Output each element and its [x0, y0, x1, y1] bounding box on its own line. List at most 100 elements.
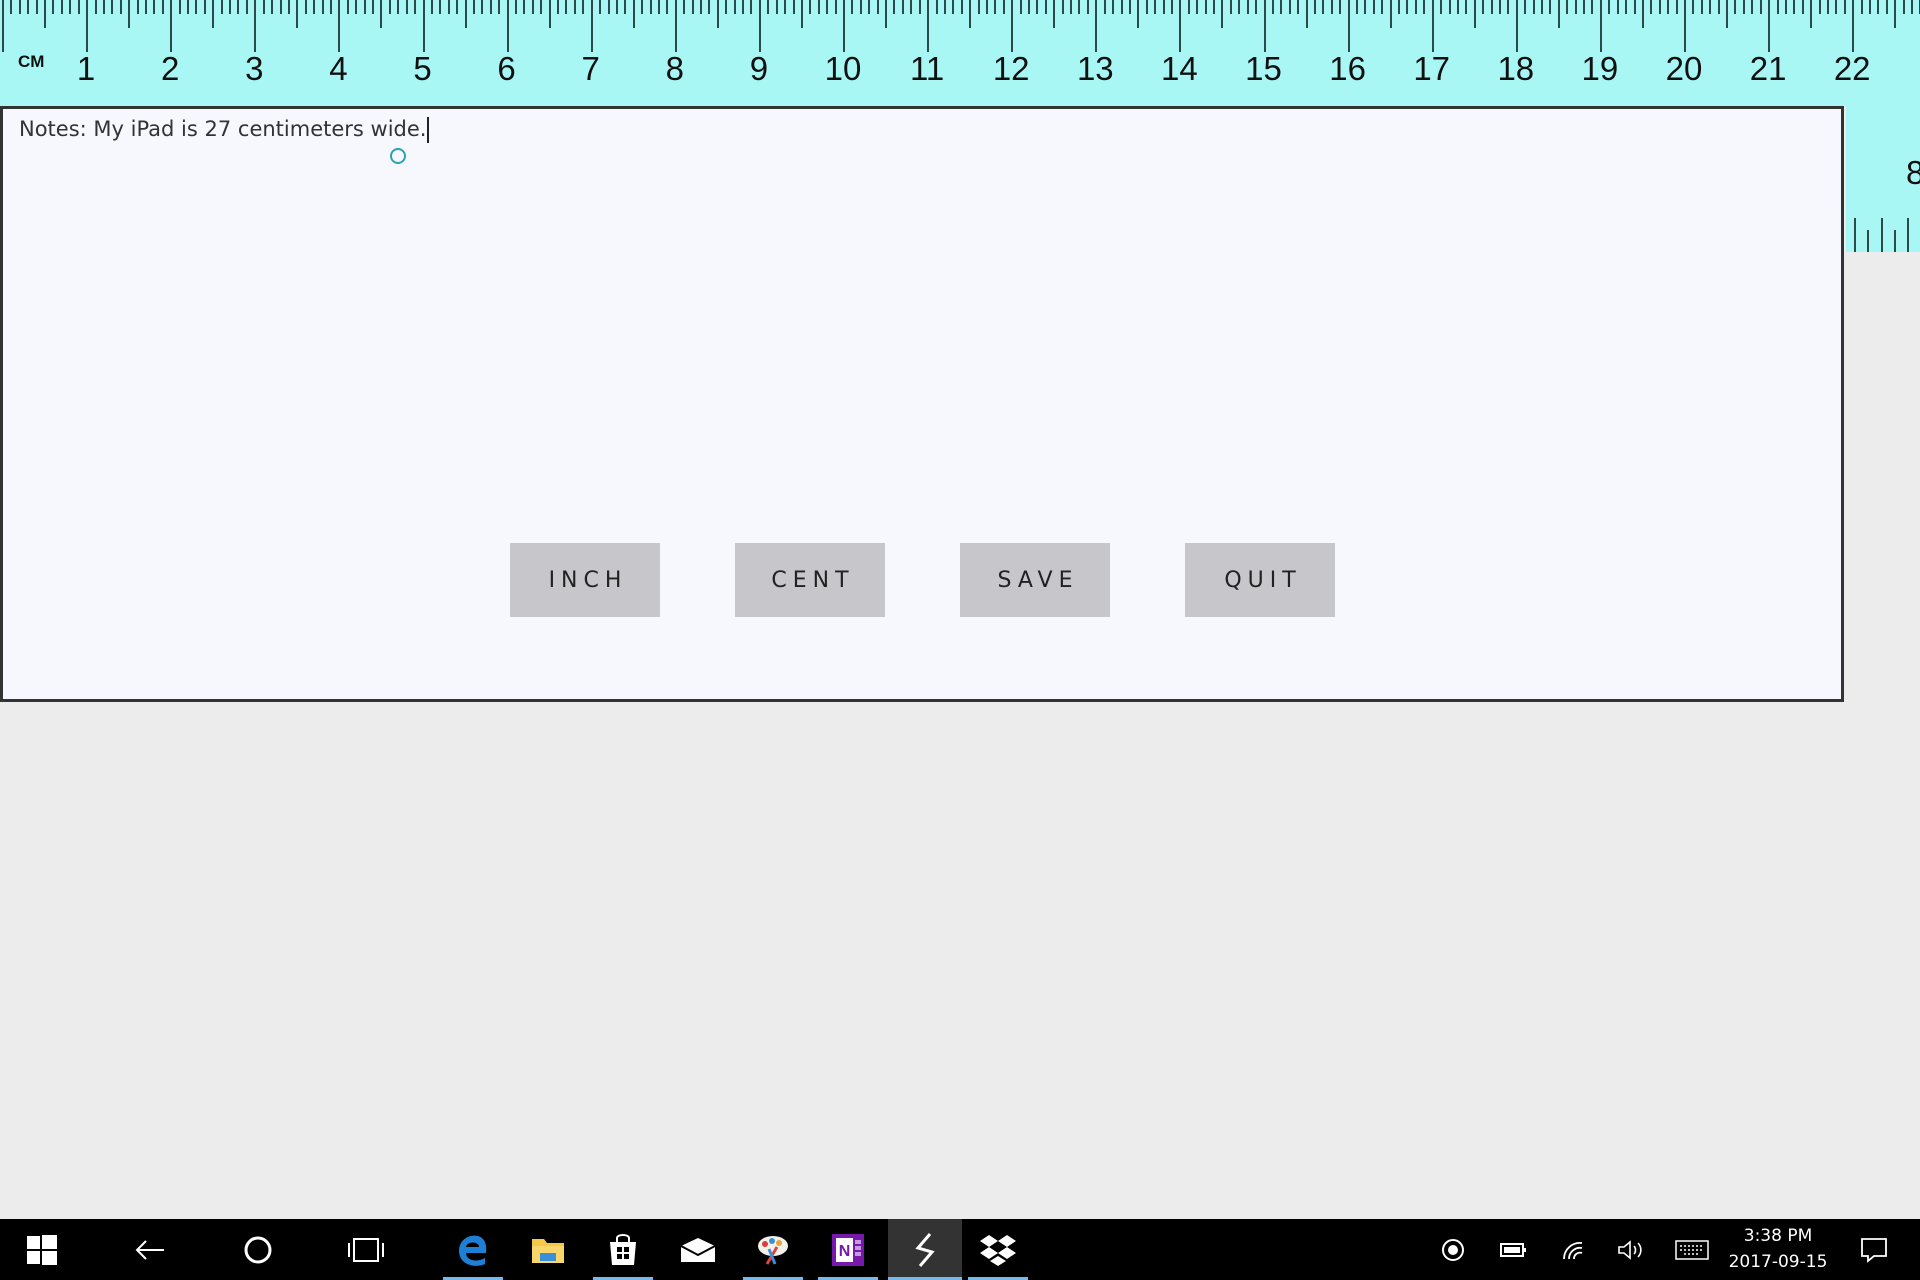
ruler-tick [1263, 0, 1266, 52]
tray-volume[interactable] [1614, 1219, 1648, 1280]
mail-icon [680, 1237, 716, 1262]
ruler-tick [1869, 0, 1872, 14]
tray-record[interactable] [1436, 1219, 1470, 1280]
ruler-tick [10, 0, 13, 14]
ruler-tick [111, 0, 114, 14]
ruler-inch-tick [1907, 218, 1910, 252]
ruler-tick [1818, 0, 1821, 14]
task-view-button[interactable] [326, 1219, 406, 1280]
ruler-tick [1507, 0, 1510, 14]
tray-battery[interactable] [1496, 1219, 1530, 1280]
taskbar-paint[interactable] [743, 1219, 803, 1280]
ruler-tick [102, 0, 105, 14]
back-button[interactable] [110, 1219, 190, 1280]
ruler-tick [700, 0, 703, 14]
cortana-button[interactable] [218, 1219, 298, 1280]
taskbar-onenote[interactable]: N [818, 1219, 878, 1280]
ruler-app-icon [915, 1232, 935, 1267]
ruler-tick [119, 0, 122, 14]
taskbar-ruler-app[interactable] [888, 1219, 962, 1280]
ruler-tick [363, 0, 366, 14]
taskbar-dropbox[interactable] [968, 1219, 1028, 1280]
ruler-tick [1658, 0, 1661, 14]
notes-textbox[interactable]: Notes: My iPad is 27 centimeters wide. [19, 117, 430, 143]
ruler-tick [1448, 0, 1451, 14]
ruler-tick [1255, 0, 1258, 14]
tray-date: 2017-09-15 [1728, 1252, 1828, 1272]
ruler-tick [1482, 0, 1485, 14]
action-center-button[interactable] [1854, 1219, 1894, 1280]
ruler-inch-tick [1893, 230, 1896, 252]
ruler-cm[interactable]: CM 1 2 3 4 5 6 7 8 9 10 11 12 13 14 15 16 17 18 19 20 21 22 [0, 0, 1920, 106]
ruler-tick [329, 0, 332, 14]
ruler-cm-number: 4 [329, 50, 348, 87]
ruler-tick [1860, 0, 1863, 14]
ruler-tick [1137, 0, 1140, 28]
ruler-tick [346, 0, 349, 14]
tray-wifi[interactable] [1556, 1219, 1590, 1280]
ruler-tick [439, 0, 442, 14]
ruler-tick [901, 0, 904, 14]
ruler-tick [775, 0, 778, 14]
ruler-tick [245, 0, 248, 14]
ruler-tick [35, 0, 38, 14]
ruler-tick [229, 0, 232, 14]
ruler-tick [515, 0, 517, 14]
ruler-tick [1717, 0, 1720, 14]
taskbar: N 3:38 PM 2017-09-15 [0, 1219, 1920, 1280]
ruler-tick [1894, 0, 1897, 28]
ruler-tick [1313, 0, 1316, 14]
inch-button[interactable]: INCH [510, 543, 660, 617]
ruler-unit-label: CM [18, 52, 45, 71]
ruler-tick [1574, 0, 1577, 14]
ruler-tick [1028, 0, 1031, 14]
ruler-tick [372, 0, 375, 14]
quit-button[interactable]: QUIT [1185, 543, 1335, 617]
start-button[interactable] [0, 1219, 84, 1280]
ruler-tick [506, 0, 509, 52]
ruler-tick [540, 0, 543, 14]
ruler-tick [826, 0, 829, 14]
ruler-tick [212, 0, 215, 28]
ruler-tick [1423, 0, 1426, 14]
caret-handle[interactable] [390, 148, 406, 164]
ruler-tick [792, 0, 795, 14]
ruler-tick [1490, 0, 1493, 14]
taskbar-mail[interactable] [668, 1219, 728, 1280]
ruler-tick [136, 0, 139, 14]
ruler-cm-number: 17 [1413, 50, 1451, 87]
ruler-tick [1431, 0, 1434, 52]
ruler-tick [422, 0, 425, 52]
ruler-tick [69, 0, 72, 14]
back-icon [135, 1239, 164, 1260]
ruler-tick [1641, 0, 1644, 28]
cent-button[interactable]: CENT [735, 543, 885, 617]
onenote-icon: N [832, 1233, 864, 1266]
taskbar-file-explorer[interactable] [518, 1219, 578, 1280]
ruler-tick [1549, 0, 1552, 14]
ruler-tick [1372, 0, 1375, 14]
taskbar-store[interactable] [593, 1219, 653, 1280]
tray-keyboard[interactable] [1672, 1219, 1712, 1280]
ruler-tick [380, 0, 383, 28]
ruler-inch[interactable]: 8 [1846, 106, 1920, 252]
ruler-cm-number: 11 [909, 50, 945, 87]
ruler-tick [834, 0, 837, 14]
ruler-cm-number: 2 [161, 50, 180, 87]
ruler-tick [1801, 0, 1804, 14]
ruler-tick [1768, 0, 1771, 52]
ruler-tick [1381, 0, 1384, 14]
ruler-tick [1675, 0, 1678, 14]
ruler-tick [666, 0, 669, 14]
taskbar-edge[interactable] [443, 1219, 503, 1280]
ruler-tick [1776, 0, 1779, 14]
ruler-tick [1473, 0, 1476, 28]
ruler-tick [1187, 0, 1190, 14]
tray-clock[interactable]: 3:38 PM 2017-09-15 [1718, 1223, 1838, 1275]
ruler-tick [1784, 0, 1787, 14]
svg-text:N: N [839, 1243, 851, 1260]
notification-icon [1861, 1237, 1887, 1263]
ruler-tick [86, 0, 89, 52]
ruler-tick [1061, 0, 1064, 14]
save-button[interactable]: SAVE [960, 543, 1110, 617]
